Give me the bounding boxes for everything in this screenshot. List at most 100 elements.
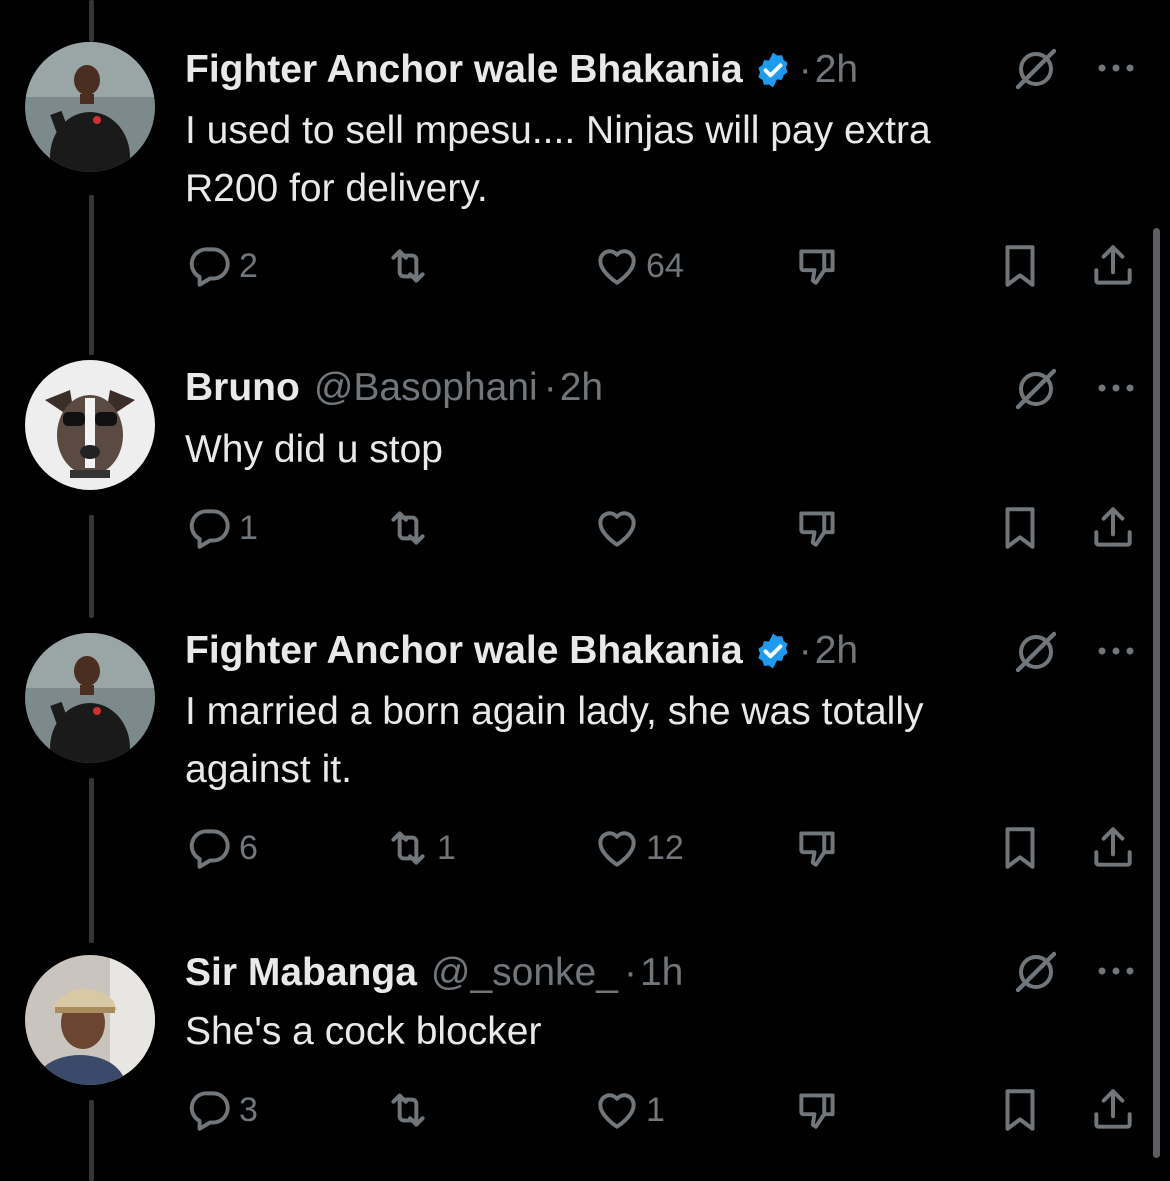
- retweet-button[interactable]: [383, 1085, 437, 1135]
- tweet-actions: 2 64: [0, 238, 1170, 294]
- share-icon: [1094, 507, 1132, 547]
- retweet-icon: [391, 511, 425, 545]
- dislike-button[interactable]: [793, 241, 843, 291]
- bookmark-button[interactable]: [995, 823, 1045, 873]
- tweet-header: Bruno @Basophani · 2h: [185, 365, 603, 411]
- bookmark-button[interactable]: [995, 1085, 1045, 1135]
- more-icon[interactable]: [1094, 963, 1138, 979]
- display-name[interactable]: Fighter Anchor wale Bhakania: [185, 48, 743, 92]
- more-icon[interactable]: [1094, 380, 1138, 396]
- dislike-button[interactable]: [793, 503, 843, 553]
- reply-icon: [189, 509, 230, 549]
- like-icon: [598, 249, 636, 285]
- avatar[interactable]: [25, 360, 155, 490]
- more-icon[interactable]: [1094, 60, 1138, 76]
- display-name[interactable]: Bruno: [185, 366, 300, 410]
- like-icon: [598, 511, 636, 547]
- share-icon: [1094, 827, 1132, 867]
- separator-dot: ·: [798, 629, 812, 672]
- share-button[interactable]: [1088, 1085, 1138, 1135]
- man-cap-avatar-image: [25, 955, 155, 1085]
- tweet-actions: 6 1 12: [0, 820, 1170, 876]
- dislike-icon: [799, 1093, 835, 1129]
- thread-line: [89, 0, 94, 42]
- scrollbar[interactable]: [1153, 228, 1160, 1158]
- reply-button[interactable]: 2: [185, 241, 258, 291]
- timestamp[interactable]: 2h: [815, 48, 858, 92]
- retweet-icon: [391, 1093, 425, 1127]
- timestamp[interactable]: 1h: [640, 951, 683, 995]
- like-icon: [598, 1093, 636, 1129]
- bookmark-icon: [1005, 507, 1035, 549]
- share-button[interactable]: [1088, 823, 1138, 873]
- retweet-button[interactable]: [383, 503, 437, 553]
- retweet-icon: [391, 831, 425, 865]
- tweet-actions: 3 1: [0, 1082, 1170, 1138]
- reply-icon: [189, 1091, 230, 1131]
- dislike-icon: [799, 511, 835, 547]
- soccer-player-avatar-image: [25, 633, 155, 763]
- tweet-header: Sir Mabanga @_sonke_ · 1h: [185, 950, 683, 996]
- like-button[interactable]: 1: [592, 1085, 665, 1135]
- reply-icon: [189, 247, 230, 287]
- like-count: 1: [646, 1090, 665, 1129]
- tweet-text: Why did u stop: [185, 428, 443, 471]
- reply-count: 2: [239, 246, 258, 285]
- display-name[interactable]: Sir Mabanga: [185, 951, 417, 995]
- like-icon: [598, 831, 636, 867]
- reply-button[interactable]: 3: [185, 1085, 258, 1135]
- separator-dot: ·: [543, 366, 557, 409]
- reply-count: 3: [239, 1090, 258, 1129]
- grok-icon[interactable]: [1012, 628, 1060, 676]
- retweet-button[interactable]: 1: [383, 823, 456, 873]
- dog-sunglasses-avatar-image: [25, 360, 155, 490]
- timestamp[interactable]: 2h: [560, 366, 603, 410]
- bookmark-button[interactable]: [995, 241, 1045, 291]
- handle[interactable]: @_sonke_: [431, 951, 618, 995]
- avatar[interactable]: [25, 633, 155, 763]
- retweet-icon: [391, 249, 425, 283]
- grok-icon[interactable]: [1012, 948, 1060, 996]
- dislike-icon: [799, 831, 835, 867]
- bookmark-button[interactable]: [995, 503, 1045, 553]
- retweet-button[interactable]: [383, 241, 437, 291]
- reply-count: 6: [239, 828, 258, 867]
- bookmark-icon: [1005, 1089, 1035, 1131]
- tweet-text: I married a born again lady, she was tot…: [185, 690, 924, 791]
- soccer-player-avatar-image: [25, 42, 155, 172]
- tweet-header: Fighter Anchor wale Bhakania · 2h: [185, 47, 858, 93]
- dislike-button[interactable]: [793, 823, 843, 873]
- like-button[interactable]: 64: [592, 241, 684, 291]
- like-button[interactable]: 12: [592, 823, 684, 873]
- display-name[interactable]: Fighter Anchor wale Bhakania: [185, 629, 743, 673]
- tweet-actions: 1: [0, 500, 1170, 556]
- bookmark-icon: [1005, 827, 1035, 869]
- reply-button[interactable]: 1: [185, 503, 258, 553]
- grok-icon[interactable]: [1012, 365, 1060, 413]
- separator-dot: ·: [798, 48, 812, 91]
- share-icon: [1094, 1089, 1132, 1129]
- more-icon[interactable]: [1094, 643, 1138, 659]
- timestamp[interactable]: 2h: [815, 629, 858, 673]
- handle[interactable]: @Basophani: [314, 366, 538, 410]
- dislike-icon: [799, 249, 835, 285]
- reply-button[interactable]: 6: [185, 823, 258, 873]
- avatar[interactable]: [25, 955, 155, 1085]
- like-count: 12: [646, 828, 684, 867]
- grok-icon[interactable]: [1012, 45, 1060, 93]
- like-count: 64: [646, 246, 684, 285]
- share-icon: [1094, 245, 1132, 285]
- like-button[interactable]: [592, 503, 646, 553]
- verified-badge-icon[interactable]: [753, 50, 793, 90]
- reply-icon: [189, 829, 230, 869]
- tweet-text: I used to sell mpesu.... Ninjas will pay…: [185, 109, 931, 210]
- bookmark-icon: [1005, 245, 1035, 287]
- avatar[interactable]: [25, 42, 155, 172]
- share-button[interactable]: [1088, 241, 1138, 291]
- separator-dot: ·: [623, 951, 637, 994]
- tweet-text: She's a cock blocker: [185, 1010, 542, 1053]
- share-button[interactable]: [1088, 503, 1138, 553]
- dislike-button[interactable]: [793, 1085, 843, 1135]
- retweet-count: 1: [437, 828, 456, 867]
- verified-badge-icon[interactable]: [753, 631, 793, 671]
